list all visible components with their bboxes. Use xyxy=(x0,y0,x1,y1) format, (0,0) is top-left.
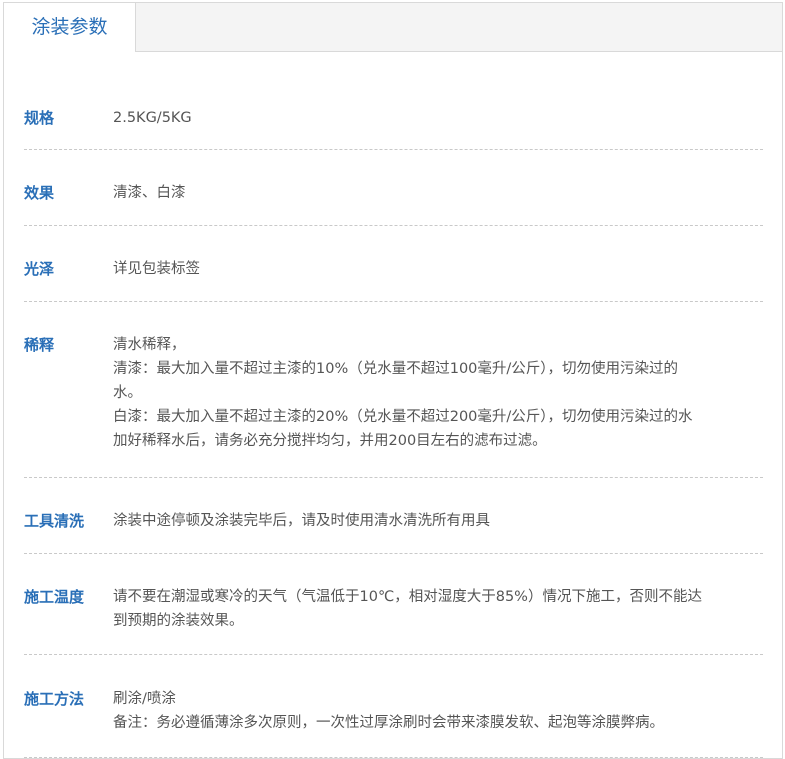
param-row-application-method: 施工方法 刷涂/喷涂 备注：务必遵循薄涂多次原则，一次性过厚涂刷时会带来漆膜发软… xyxy=(24,655,763,758)
param-row-tool-cleaning: 工具清洗 涂装中途停顿及涂装完毕后，请及时使用清水清洗所有用具 xyxy=(24,478,763,554)
param-row-gloss: 光泽 详见包装标签 xyxy=(24,226,763,302)
param-value: 刷涂/喷涂 备注：务必遵循薄涂多次原则，一次性过厚涂刷时会带来漆膜发软、起泡等涂… xyxy=(113,691,664,731)
param-label: 效果 xyxy=(24,184,55,202)
param-label: 工具清洗 xyxy=(24,512,85,530)
param-label: 施工温度 xyxy=(24,588,85,606)
param-label: 稀释 xyxy=(24,336,55,354)
param-label: 施工方法 xyxy=(24,690,85,708)
param-value: 清水稀释， 清漆：最大加入量不超过主漆的10%（兑水量不超过100毫升/公斤），… xyxy=(113,337,693,449)
coating-params-panel: 涂装参数 规格 2.5KG/5KG 效果 清漆、白漆 光泽 详见包装标签 稀释 … xyxy=(3,2,783,759)
param-label: 规格 xyxy=(24,109,55,127)
params-list: 规格 2.5KG/5KG 效果 清漆、白漆 光泽 详见包装标签 稀释 清水稀释，… xyxy=(24,51,763,758)
tab-bar: 涂装参数 xyxy=(4,3,782,52)
param-value: 请不要在潮湿或寒冷的天气（气温低于10℃，相对湿度大于85%）情况下施工，否则不… xyxy=(113,589,702,629)
param-row-dilution: 稀释 清水稀释， 清漆：最大加入量不超过主漆的10%（兑水量不超过100毫升/公… xyxy=(24,302,763,478)
param-row-application-temperature: 施工温度 请不要在潮湿或寒冷的天气（气温低于10℃，相对湿度大于85%）情况下施… xyxy=(24,554,763,655)
param-value: 清漆、白漆 xyxy=(113,185,186,201)
param-value: 详见包装标签 xyxy=(113,261,200,277)
param-label: 光泽 xyxy=(24,260,55,278)
param-row-effect: 效果 清漆、白漆 xyxy=(24,150,763,226)
param-value: 2.5KG/5KG xyxy=(113,110,192,126)
param-row-spec: 规格 2.5KG/5KG xyxy=(24,51,763,150)
tab-coating-params[interactable]: 涂装参数 xyxy=(4,3,136,52)
param-value: 涂装中途停顿及涂装完毕后，请及时使用清水清洗所有用具 xyxy=(113,513,490,529)
